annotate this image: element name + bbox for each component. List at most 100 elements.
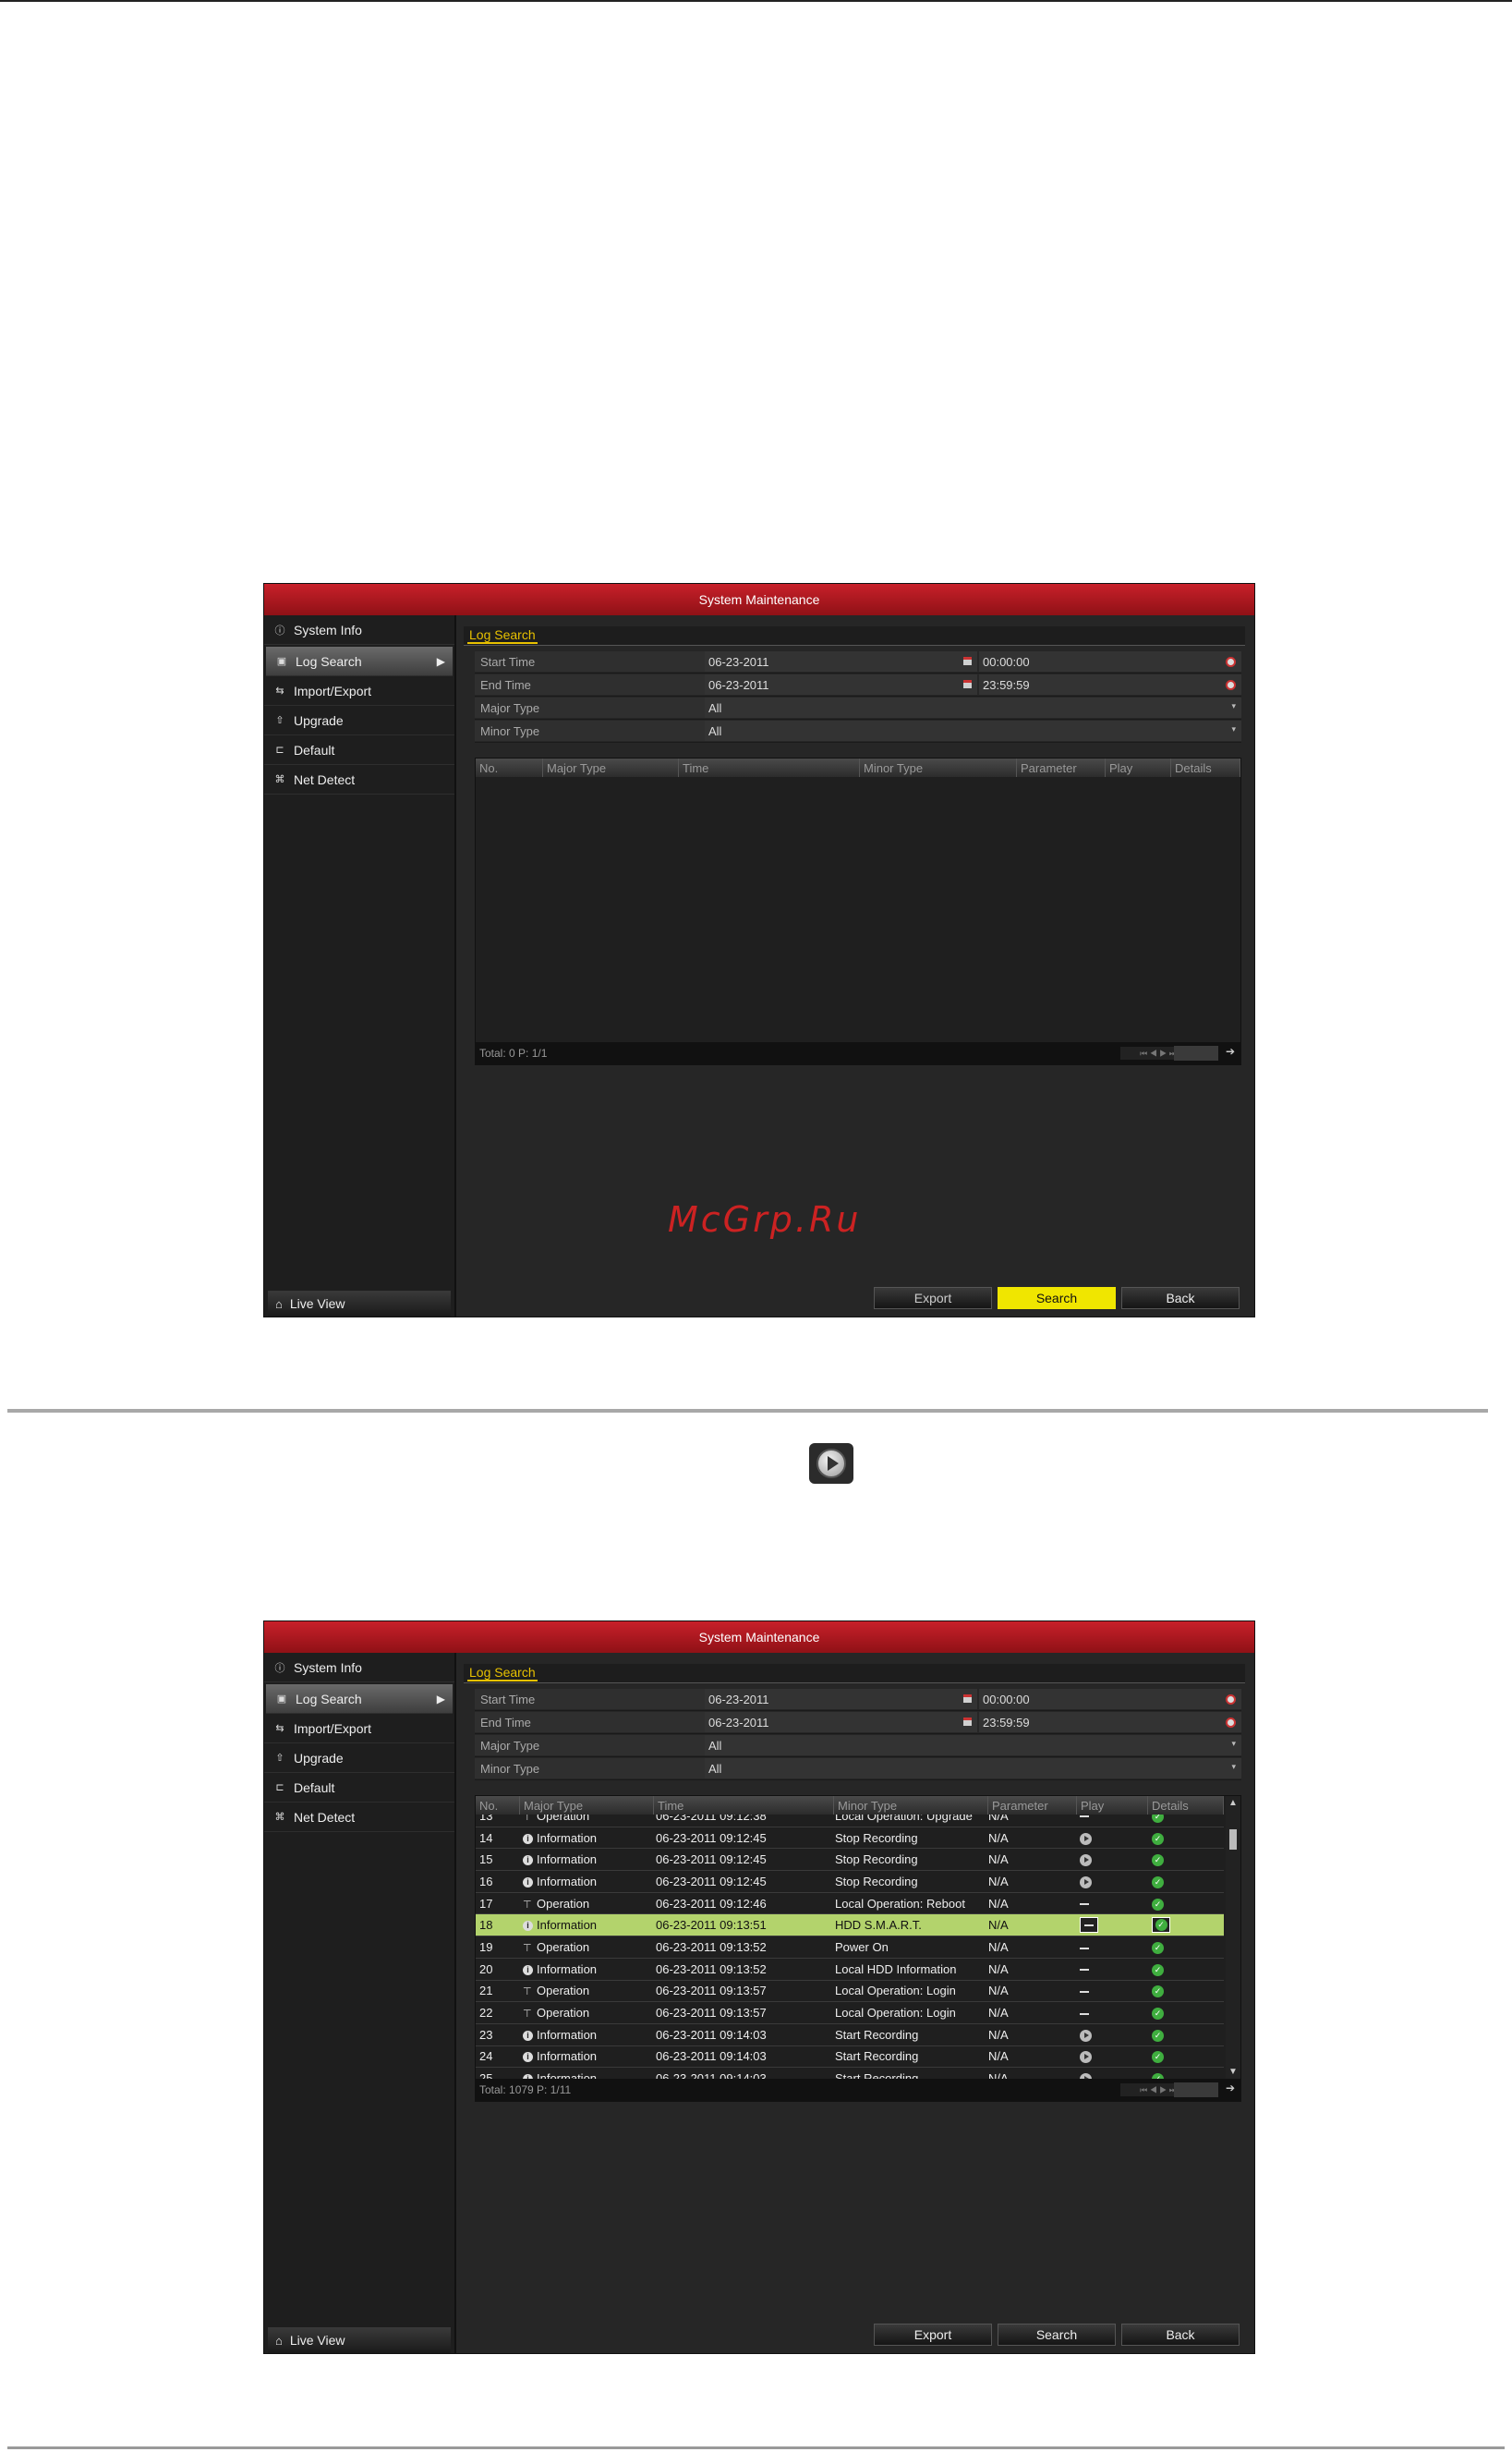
table-row[interactable]: 25 iInformation 06-23-2011 09:14:03 Start R… — [476, 2068, 1224, 2079]
calendar-icon[interactable] — [963, 657, 972, 665]
cell-details[interactable]: ✓ — [1146, 1984, 1224, 1998]
cell-details[interactable]: ✓ — [1146, 1815, 1224, 1823]
cell-details[interactable]: ✓ — [1146, 2071, 1224, 2079]
sidebar-item-net-detect[interactable]: ⌘ Net Detect — [264, 1803, 454, 1832]
cell-details[interactable]: ✓ — [1146, 1875, 1224, 1888]
sidebar-item-import-export[interactable]: ⇆ Import/Export — [264, 1714, 454, 1743]
cell-play[interactable] — [1072, 1962, 1146, 1976]
cell-play[interactable] — [1072, 2049, 1146, 2064]
cell-play[interactable] — [1072, 2071, 1146, 2079]
table-row[interactable]: 21 ⊤ Operation 06-23-2011 09:13:57 Local Ope… — [476, 1981, 1224, 2003]
start-time-field[interactable]: 00:00:00 — [979, 651, 1241, 672]
calendar-icon[interactable] — [963, 1694, 972, 1703]
start-date-field[interactable]: 06-23-2011 — [705, 1689, 977, 1709]
table-row[interactable]: 17 ⊤ Operation 06-23-2011 09:12:46 Local Ope… — [476, 1893, 1224, 1915]
back-button[interactable]: Back — [1121, 2324, 1240, 2346]
play-icon[interactable] — [1080, 1832, 1092, 1845]
clock-icon[interactable] — [1226, 1694, 1236, 1705]
sidebar-item-system-info[interactable]: ⓘ System Info — [264, 615, 454, 645]
search-button[interactable]: Search — [998, 2324, 1116, 2346]
go-arrow-icon[interactable]: ➔ — [1226, 1045, 1235, 1058]
cell-details[interactable]: ✓ — [1146, 2028, 1224, 2042]
cell-details[interactable]: ✓ — [1146, 1852, 1224, 1867]
cell-details[interactable]: ✓ — [1146, 1917, 1224, 1934]
play-icon[interactable] — [1080, 1875, 1092, 1888]
table-row[interactable]: 24 i Information 06-23-2011 09:14:03 Start R… — [476, 2046, 1224, 2069]
page-number-input[interactable] — [1174, 2082, 1218, 2097]
details-icon[interactable]: ✓ — [1152, 1854, 1164, 1867]
details-icon[interactable]: ✓ — [1152, 1963, 1164, 1976]
details-icon[interactable]: ✓ — [1152, 2029, 1164, 2042]
details-icon[interactable]: ✓ — [1152, 1985, 1164, 1998]
calendar-icon[interactable] — [963, 680, 972, 688]
cell-play[interactable] — [1072, 2006, 1146, 2020]
major-type-select[interactable]: All ▾ — [705, 1735, 1241, 1755]
play-icon[interactable] — [1080, 2051, 1092, 2064]
sidebar-item-system-info[interactable]: ⓘ System Info — [264, 1653, 454, 1682]
play-icon[interactable] — [1080, 2029, 1092, 2042]
table-row[interactable]: 18 i Information 06-23-2011 09:13:51 HDD S.M… — [476, 1914, 1224, 1937]
tab-log-search[interactable]: Log Search — [467, 1666, 538, 1681]
sidebar-item-default[interactable]: ⊏ Default — [264, 1773, 454, 1803]
cell-details[interactable]: ✓ — [1146, 1962, 1224, 1976]
end-date-field[interactable]: 06-23-2011 — [705, 1712, 977, 1732]
cell-details[interactable]: ✓ — [1146, 1897, 1224, 1911]
back-button[interactable]: Back — [1121, 1287, 1240, 1309]
sidebar-item-import-export[interactable]: ⇆ Import/Export — [264, 676, 454, 706]
details-icon[interactable]: ✓ — [1152, 1917, 1170, 1934]
details-icon[interactable]: ✓ — [1152, 2051, 1164, 2064]
live-view-button[interactable]: ⌂ Live View — [268, 2327, 451, 2353]
live-view-button[interactable]: ⌂ Live View — [268, 1291, 451, 1317]
table-row[interactable]: 22 ⊤ Operation 06-23-2011 09:13:57 Local Ope… — [476, 2002, 1224, 2024]
details-icon[interactable]: ✓ — [1152, 1815, 1164, 1823]
details-icon[interactable]: ✓ — [1152, 2008, 1164, 2021]
search-button[interactable]: Search — [998, 1287, 1116, 1309]
sidebar-item-log-search[interactable]: ▣ Log Search ▶ — [266, 647, 453, 676]
table-row[interactable]: 20 i Information 06-23-2011 09:13:52 Local H… — [476, 1959, 1224, 1981]
cell-details[interactable]: ✓ — [1146, 1831, 1224, 1845]
cell-play[interactable] — [1072, 1815, 1146, 1823]
cell-play[interactable] — [1072, 1875, 1146, 1888]
start-time-field[interactable]: 00:00:00 — [979, 1689, 1241, 1709]
export-button[interactable]: Export — [874, 1287, 992, 1309]
export-button[interactable]: Export — [874, 2324, 992, 2346]
end-time-field[interactable]: 23:59:59 — [979, 674, 1241, 695]
cell-play[interactable] — [1072, 1897, 1146, 1911]
cell-play[interactable] — [1072, 1852, 1146, 1867]
details-icon[interactable]: ✓ — [1152, 1832, 1164, 1845]
details-icon[interactable]: ✓ — [1152, 1942, 1164, 1954]
table-row[interactable]: 13 ⊤ Operation 06-23-2011 09:12:38 Local Ope… — [476, 1815, 1224, 1827]
major-type-select[interactable]: All ▾ — [705, 698, 1241, 718]
table-row[interactable]: 23 i Information 06-23-2011 09:14:03 Start R… — [476, 2024, 1224, 2046]
cell-details[interactable]: ✓ — [1146, 2049, 1224, 2064]
end-date-field[interactable]: 06-23-2011 — [705, 674, 977, 695]
sidebar-item-log-search[interactable]: ▣ Log Search ▶ — [266, 1684, 453, 1714]
clock-icon[interactable] — [1226, 680, 1236, 690]
cell-details[interactable]: ✓ — [1146, 1940, 1224, 1954]
scroll-up-icon[interactable]: ▲ — [1228, 1798, 1238, 1808]
cell-play[interactable] — [1072, 1984, 1146, 1997]
end-time-field[interactable]: 23:59:59 — [979, 1712, 1241, 1732]
cell-play[interactable] — [1072, 1917, 1146, 1934]
go-arrow-icon[interactable]: ➔ — [1226, 2082, 1235, 2094]
minor-type-select[interactable]: All ▾ — [705, 1758, 1241, 1778]
page-number-input[interactable] — [1174, 1046, 1218, 1061]
sidebar-item-upgrade[interactable]: ⇧ Upgrade — [264, 1743, 454, 1773]
table-row[interactable]: 14 i Information 06-23-2011 09:12:45 Stop Re… — [476, 1827, 1224, 1850]
calendar-icon[interactable] — [963, 1718, 972, 1726]
start-date-field[interactable]: 06-23-2011 — [705, 651, 977, 672]
details-icon[interactable]: ✓ — [1152, 1875, 1164, 1888]
clock-icon[interactable] — [1226, 657, 1236, 667]
minor-type-select[interactable]: All ▾ — [705, 721, 1241, 741]
scroll-thumb[interactable] — [1229, 1829, 1237, 1850]
details-icon[interactable]: ✓ — [1152, 1898, 1164, 1911]
sidebar-item-upgrade[interactable]: ⇧ Upgrade — [264, 706, 454, 735]
cell-play[interactable] — [1072, 2028, 1146, 2042]
clock-icon[interactable] — [1226, 1718, 1236, 1728]
play-icon[interactable] — [1080, 1854, 1092, 1867]
table-row[interactable]: 19 ⊤ Operation 06-23-2011 09:13:52 Power On N… — [476, 1936, 1224, 1959]
sidebar-item-net-detect[interactable]: ⌘ Net Detect — [264, 765, 454, 795]
sidebar-item-default[interactable]: ⊏ Default — [264, 735, 454, 765]
table-row[interactable]: 16 i Information 06-23-2011 09:12:45 Stop Re… — [476, 1871, 1224, 1893]
cell-play[interactable] — [1072, 1940, 1146, 1954]
